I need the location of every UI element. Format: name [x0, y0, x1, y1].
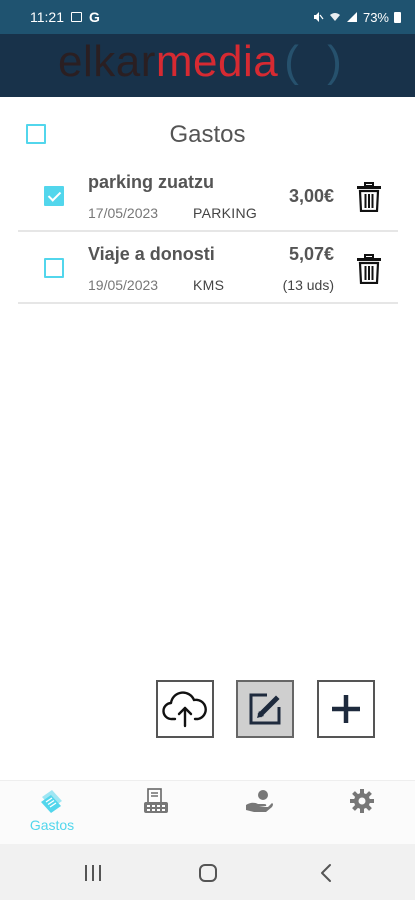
expense-checkbox[interactable] — [44, 258, 64, 278]
bottom-nav: Gastos — [0, 780, 415, 844]
plus-icon — [332, 695, 360, 723]
status-right: 73% — [312, 10, 401, 25]
expense-title: Viaje a donosti — [88, 244, 215, 264]
signal-icon — [346, 12, 357, 22]
calculator-icon — [144, 788, 168, 813]
app-logo: elkarmedia( ) — [58, 37, 350, 87]
gear-icon — [350, 789, 374, 813]
trash-icon[interactable] — [356, 254, 382, 284]
mute-icon — [313, 12, 324, 22]
expense-amount: 3,00€ — [288, 186, 334, 206]
expense-amount: 5,07€ — [288, 244, 334, 264]
expense-list: parking zuatzu 17/05/2023 PARKING 3,00€ … — [18, 160, 398, 304]
nav-label-gastos: Gastos — [29, 817, 75, 833]
edit-button[interactable] — [236, 680, 294, 738]
recents-icon[interactable] — [81, 862, 105, 884]
logo-media: media — [155, 37, 279, 86]
status-left: 11:21 G — [30, 9, 100, 25]
add-button[interactable] — [317, 680, 375, 738]
expense-date: 17/05/2023 — [88, 205, 159, 221]
wifi-icon — [329, 13, 340, 21]
nav-payments[interactable] — [219, 787, 299, 843]
expense-units: (13 uds) — [282, 277, 334, 293]
expense-title: parking zuatzu — [88, 172, 215, 192]
edit-icon — [249, 693, 281, 725]
gallery-notification-icon — [71, 12, 82, 22]
cloud-upload-icon — [162, 691, 207, 728]
nav-settings[interactable] — [322, 787, 402, 843]
status-time: 11:21 — [30, 9, 64, 25]
expense-category: KMS — [193, 277, 225, 293]
battery-icon — [394, 11, 401, 23]
expense-category: PARKING — [193, 205, 258, 221]
expense-checkbox[interactable] — [44, 186, 64, 206]
app-header: elkarmedia( ) — [0, 34, 415, 97]
expense-row[interactable]: Viaje a donosti 19/05/2023 KMS 5,07€ (13… — [18, 232, 398, 304]
page-title: Gastos — [169, 121, 246, 148]
trash-icon[interactable] — [356, 182, 382, 212]
nav-calculator[interactable] — [116, 787, 196, 843]
system-nav-bar — [0, 844, 415, 900]
battery-percent: 73% — [362, 9, 389, 25]
receipts-icon — [41, 790, 62, 813]
logo-elkar: elkar — [58, 37, 156, 86]
expense-date: 19/05/2023 — [88, 277, 159, 293]
back-icon[interactable] — [315, 862, 339, 884]
hand-coin-icon — [246, 790, 273, 812]
g-indicator: G — [89, 9, 100, 25]
expense-row[interactable]: parking zuatzu 17/05/2023 PARKING 3,00€ — [18, 160, 398, 232]
logo-parens: ( ) — [284, 37, 350, 86]
home-icon[interactable] — [196, 862, 220, 884]
status-bar: 11:21 G 73% — [0, 0, 415, 34]
upload-button[interactable] — [156, 680, 214, 738]
nav-gastos[interactable]: Gastos — [12, 787, 92, 843]
